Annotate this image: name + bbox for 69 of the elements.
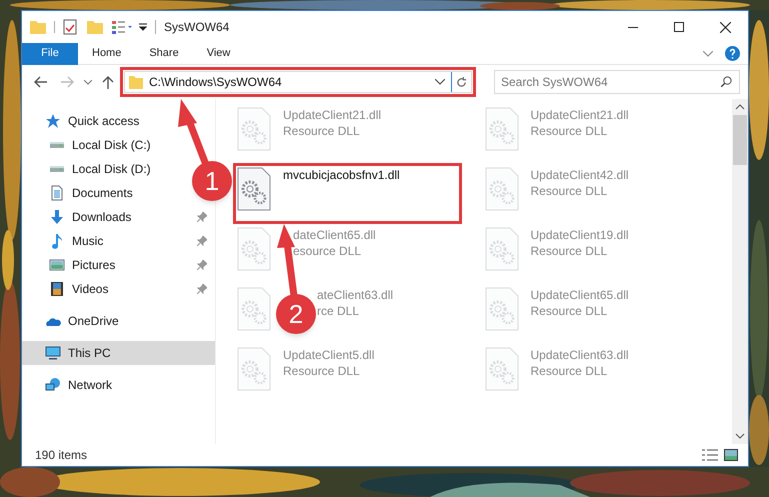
file-type: esource DLL bbox=[293, 243, 362, 259]
file-type: Resource DLL bbox=[530, 183, 608, 199]
close-icon bbox=[720, 22, 730, 32]
nav-item[interactable]: This PC bbox=[22, 341, 215, 365]
ribbon-tab[interactable]: Home bbox=[78, 42, 136, 64]
gear-file-icon bbox=[237, 287, 271, 331]
nav-item[interactable]: Documents bbox=[22, 181, 137, 205]
nav-item[interactable]: Local Disk (C:) bbox=[22, 133, 155, 157]
monitor-icon bbox=[45, 346, 61, 360]
drive-icon bbox=[49, 142, 65, 148]
gear-file-icon bbox=[484, 287, 518, 331]
properties-icon[interactable] bbox=[63, 19, 77, 35]
back-icon[interactable] bbox=[34, 76, 48, 88]
maximize-icon bbox=[674, 22, 684, 32]
file-type: Resource DLL bbox=[283, 123, 361, 139]
ribbon-tab[interactable]: View bbox=[192, 42, 244, 64]
address-bar[interactable]: C:\Windows\SysWOW64 bbox=[124, 71, 472, 93]
nav-item[interactable]: Videos bbox=[22, 277, 215, 301]
nav-item[interactable]: Music bbox=[22, 229, 215, 253]
nav-item[interactable]: Quick access bbox=[22, 109, 144, 133]
window-title: SysWOW64 bbox=[164, 19, 230, 36]
help-icon[interactable] bbox=[725, 46, 740, 61]
expand-ribbon-icon[interactable] bbox=[703, 50, 713, 56]
star-icon bbox=[45, 113, 61, 129]
customize-toolbar-icon[interactable] bbox=[139, 23, 147, 31]
gear-file-icon bbox=[237, 167, 271, 211]
nav-item[interactable]: OneDrive bbox=[22, 309, 123, 333]
music-note-icon bbox=[49, 233, 65, 249]
refresh-icon bbox=[456, 76, 467, 88]
nav-item[interactable]: Network bbox=[22, 373, 116, 397]
gear-file-icon bbox=[237, 347, 271, 391]
nav-item[interactable]: Local Disk (D:) bbox=[22, 157, 155, 181]
document-icon bbox=[49, 185, 65, 201]
layout-icon[interactable] bbox=[111, 20, 133, 34]
nav-item[interactable]: Downloads bbox=[22, 205, 215, 229]
gear-file-icon bbox=[484, 167, 518, 211]
drive-icon bbox=[49, 166, 65, 172]
large-icons-view-icon[interactable] bbox=[724, 449, 738, 461]
status-text: 190 items bbox=[35, 447, 88, 464]
download-icon bbox=[49, 209, 65, 225]
network-icon bbox=[45, 378, 61, 392]
gear-file-icon bbox=[237, 107, 271, 151]
file-type: Resource DLL bbox=[283, 363, 361, 379]
cloud-icon bbox=[45, 316, 61, 326]
up-icon[interactable] bbox=[102, 75, 114, 89]
search-field[interactable]: Search SysWOW64 bbox=[494, 70, 740, 94]
file-type: Resource DLL bbox=[530, 243, 608, 259]
address-path: C:\Windows\SysWOW64 bbox=[149, 74, 283, 91]
gear-file-icon bbox=[484, 347, 518, 391]
gear-file-icon bbox=[237, 227, 271, 271]
gear-file-icon bbox=[484, 227, 518, 271]
scrollbar-thumb[interactable] bbox=[733, 115, 747, 165]
film-icon bbox=[49, 281, 65, 297]
file-type: Resource DLL bbox=[530, 303, 608, 319]
nav-item[interactable]: Pictures bbox=[22, 253, 215, 277]
ribbon-tab[interactable]: Share bbox=[135, 42, 193, 64]
folder-icon bbox=[129, 75, 143, 89]
details-view-icon[interactable] bbox=[702, 449, 718, 461]
gear-file-icon bbox=[484, 107, 518, 151]
pictures-icon bbox=[49, 259, 65, 271]
file-type: Resource DLL bbox=[530, 123, 608, 139]
minimize-icon bbox=[628, 26, 638, 28]
recent-locations-icon[interactable] bbox=[84, 80, 92, 84]
ribbon-tab[interactable]: File bbox=[22, 42, 78, 64]
address-history-icon[interactable] bbox=[435, 79, 445, 85]
file-type: rce DLL bbox=[317, 303, 360, 319]
file-name[interactable]: mvcubicjacobsfnv1.dll bbox=[283, 167, 400, 183]
file-type: Resource DLL bbox=[530, 363, 608, 379]
search-icon bbox=[721, 76, 732, 87]
